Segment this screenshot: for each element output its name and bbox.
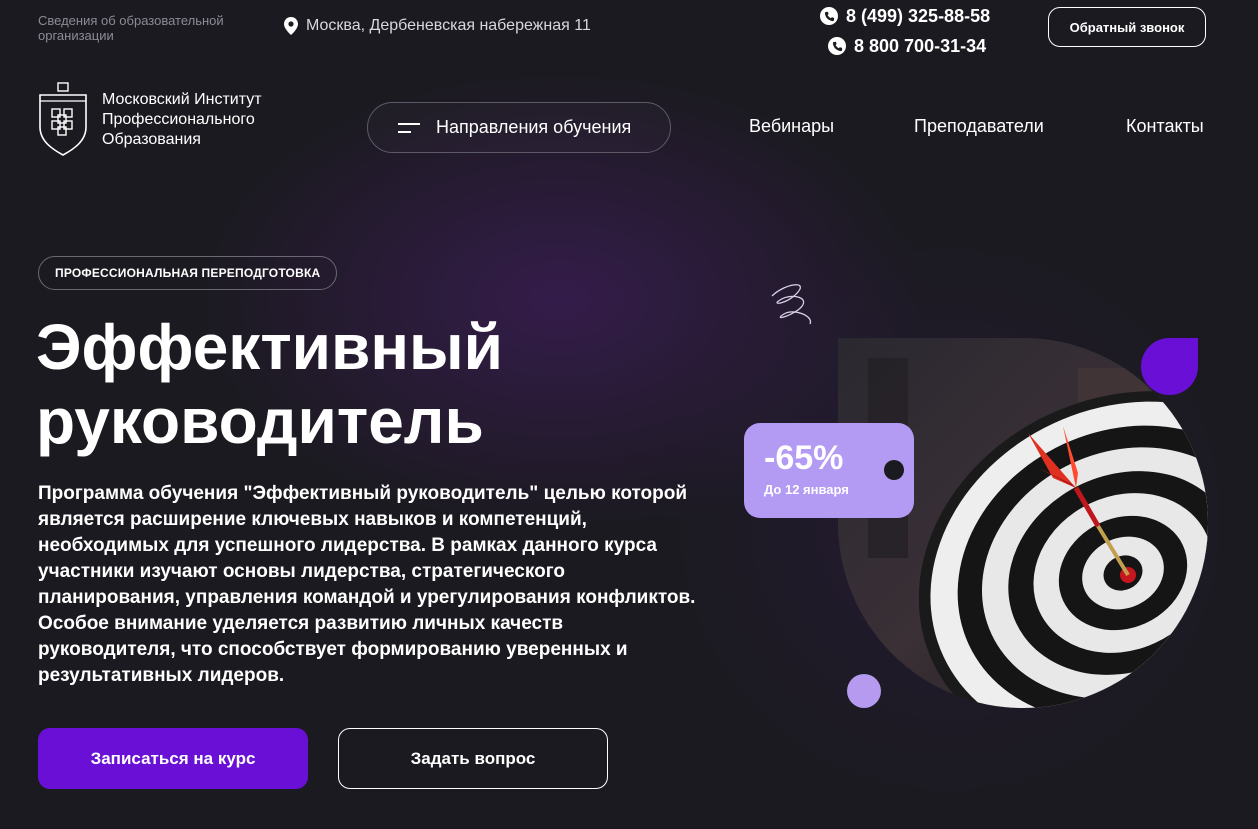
phone-link-2[interactable]: 8 800 700-31-34 [828, 34, 1020, 58]
squiggle-icon [771, 284, 812, 325]
nav-link-teachers[interactable]: Преподаватели [914, 116, 1044, 137]
program-type-badge: ПРОФЕССИОНАЛЬНАЯ ПЕРЕПОДГОТОВКА [38, 256, 338, 290]
directions-label: Направления обучения [436, 117, 632, 137]
nav-link-contacts[interactable]: Контакты [1126, 116, 1204, 137]
org-info-link[interactable]: Сведения об образовательной организации [38, 13, 258, 43]
address-text: Москва, Дербеневская набережная 11 [306, 17, 591, 34]
course-description: Программа обучения "Эффективный руководи… [38, 483, 696, 686]
decorative-dot [847, 674, 881, 708]
shield-logo-icon [39, 82, 87, 156]
page: Сведения об образовательной организации … [0, 0, 1258, 829]
phone-number-2: 8 800 700-31-34 [854, 35, 987, 56]
nav-link-webinars[interactable]: Вебинары [749, 116, 834, 137]
logo[interactable]: Московский Институт Профессионального Об… [38, 81, 292, 157]
phone-icon [820, 7, 838, 25]
dartboard-image [838, 338, 1208, 708]
phones: 8 (499) 325-88-58 8 800 700-31-34 [820, 4, 1020, 64]
tag-hole [884, 460, 904, 480]
phone-link-1[interactable]: 8 (499) 325-88-58 [820, 4, 1020, 28]
decorative-blob [1141, 338, 1198, 395]
enroll-button[interactable]: Записаться на курс [38, 728, 308, 789]
discount-tag: -65% До 12 января [744, 423, 914, 518]
callback-button[interactable]: Обратный звонок [1048, 7, 1206, 47]
logo-text: Московский Институт Профессионального Об… [102, 91, 262, 148]
page-title: Эффективный руководитель [36, 311, 503, 457]
directions-menu-button[interactable]: Направления обучения [367, 102, 671, 153]
menu-lines-icon [398, 122, 420, 133]
phone-icon [828, 37, 846, 55]
discount-value: -65% [764, 439, 844, 477]
address: Москва, Дербеневская набережная 11 [284, 17, 591, 35]
map-pin-icon [284, 17, 298, 35]
discount-date: До 12 января [764, 482, 849, 497]
phone-number-1: 8 (499) 325-88-58 [846, 5, 991, 26]
ask-question-button[interactable]: Задать вопрос [338, 728, 608, 789]
